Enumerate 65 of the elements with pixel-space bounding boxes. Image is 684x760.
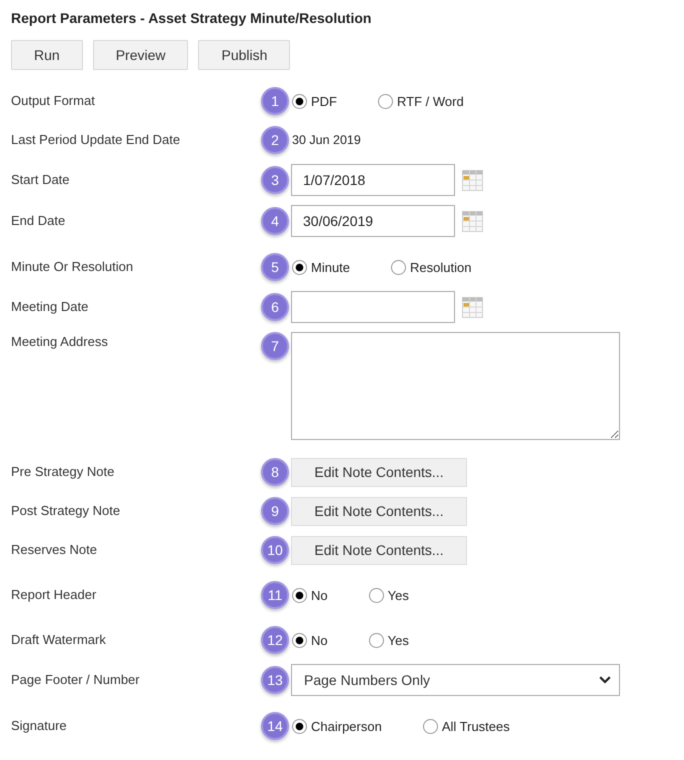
number-badge: 4 xyxy=(261,207,289,235)
field-label: End Date xyxy=(11,213,66,229)
radio-button[interactable] xyxy=(368,632,384,648)
field-label: Minute Or Resolution xyxy=(11,259,134,275)
number-badge: 8 xyxy=(261,458,289,486)
field-label: Draft Watermark xyxy=(11,632,107,648)
date-input[interactable] xyxy=(291,291,455,323)
field-label: Report Header xyxy=(11,587,98,603)
calendar-icon[interactable] xyxy=(462,170,483,190)
toolbar-button[interactable]: Publish xyxy=(198,40,290,70)
date-input[interactable]: 1/07/2018 xyxy=(291,164,455,196)
number-badge: 12 xyxy=(261,626,289,654)
radio-button[interactable] xyxy=(368,588,384,602)
number-badge: 9 xyxy=(261,497,289,525)
page-title: Report Parameters - Asset Strategy Minute/Resolution xyxy=(11,9,372,27)
radio-option[interactable]: Chairperson xyxy=(291,718,382,734)
field-label: Output Format xyxy=(11,93,96,109)
toolbar-button[interactable]: Preview xyxy=(92,40,188,70)
radio-button[interactable] xyxy=(292,260,307,274)
field-label: Post Strategy Note xyxy=(11,503,122,519)
radio-option[interactable]: Yes xyxy=(368,588,409,602)
radio-option[interactable]: PDF xyxy=(291,94,337,108)
edit-note-button[interactable]: Edit Note Contents... xyxy=(291,458,467,486)
chevron-down-icon xyxy=(599,676,611,684)
edit-note-button[interactable]: Edit Note Contents... xyxy=(291,536,467,564)
radio-option[interactable]: Yes xyxy=(368,632,409,648)
field-label: Meeting Address xyxy=(11,334,109,350)
radio-button[interactable] xyxy=(292,94,307,108)
radio-option[interactable]: Resolution xyxy=(390,260,472,274)
radio-option[interactable]: All Trustees xyxy=(422,718,510,734)
radio-option[interactable]: RTF / Word xyxy=(377,94,464,108)
dropdown-select[interactable]: Page Numbers Only xyxy=(291,664,620,696)
calendar-icon[interactable] xyxy=(462,296,483,318)
field-value: 30 Jun 2019 xyxy=(292,133,361,147)
number-badge: 3 xyxy=(261,166,289,194)
radio-option[interactable]: Minute xyxy=(291,260,350,274)
field-label: Reserves Note xyxy=(11,542,98,558)
radio-button[interactable] xyxy=(422,718,438,734)
field-label: Last Period Update End Date xyxy=(11,132,182,148)
radio-option[interactable]: No xyxy=(291,588,328,602)
number-badge: 11 xyxy=(261,581,289,609)
field-label: Meeting Date xyxy=(11,299,90,315)
number-badge: 13 xyxy=(261,666,289,694)
field-label: Page Footer / Number xyxy=(11,672,141,688)
radio-option[interactable]: No xyxy=(291,632,328,648)
edit-note-button[interactable]: Edit Note Contents... xyxy=(291,496,467,526)
radio-button[interactable] xyxy=(292,588,307,602)
field-label: Signature xyxy=(11,718,68,734)
address-textarea[interactable] xyxy=(291,332,620,440)
radio-button[interactable] xyxy=(391,260,406,274)
radio-button[interactable] xyxy=(378,94,393,108)
toolbar-button[interactable]: Run xyxy=(11,40,83,70)
number-badge: 1 xyxy=(261,87,289,115)
field-label: Pre Strategy Note xyxy=(11,464,116,480)
date-input[interactable]: 30/06/2019 xyxy=(291,205,455,237)
calendar-icon[interactable] xyxy=(462,210,483,232)
number-badge: 14 xyxy=(261,712,289,740)
number-badge: 2 xyxy=(261,126,289,154)
radio-button[interactable] xyxy=(292,718,307,734)
field-label: Start Date xyxy=(11,172,71,188)
number-badge: 6 xyxy=(261,293,289,321)
radio-button[interactable] xyxy=(292,632,307,648)
number-badge: 10 xyxy=(261,536,289,564)
number-badge: 5 xyxy=(261,253,289,281)
number-badge: 7 xyxy=(261,332,289,360)
